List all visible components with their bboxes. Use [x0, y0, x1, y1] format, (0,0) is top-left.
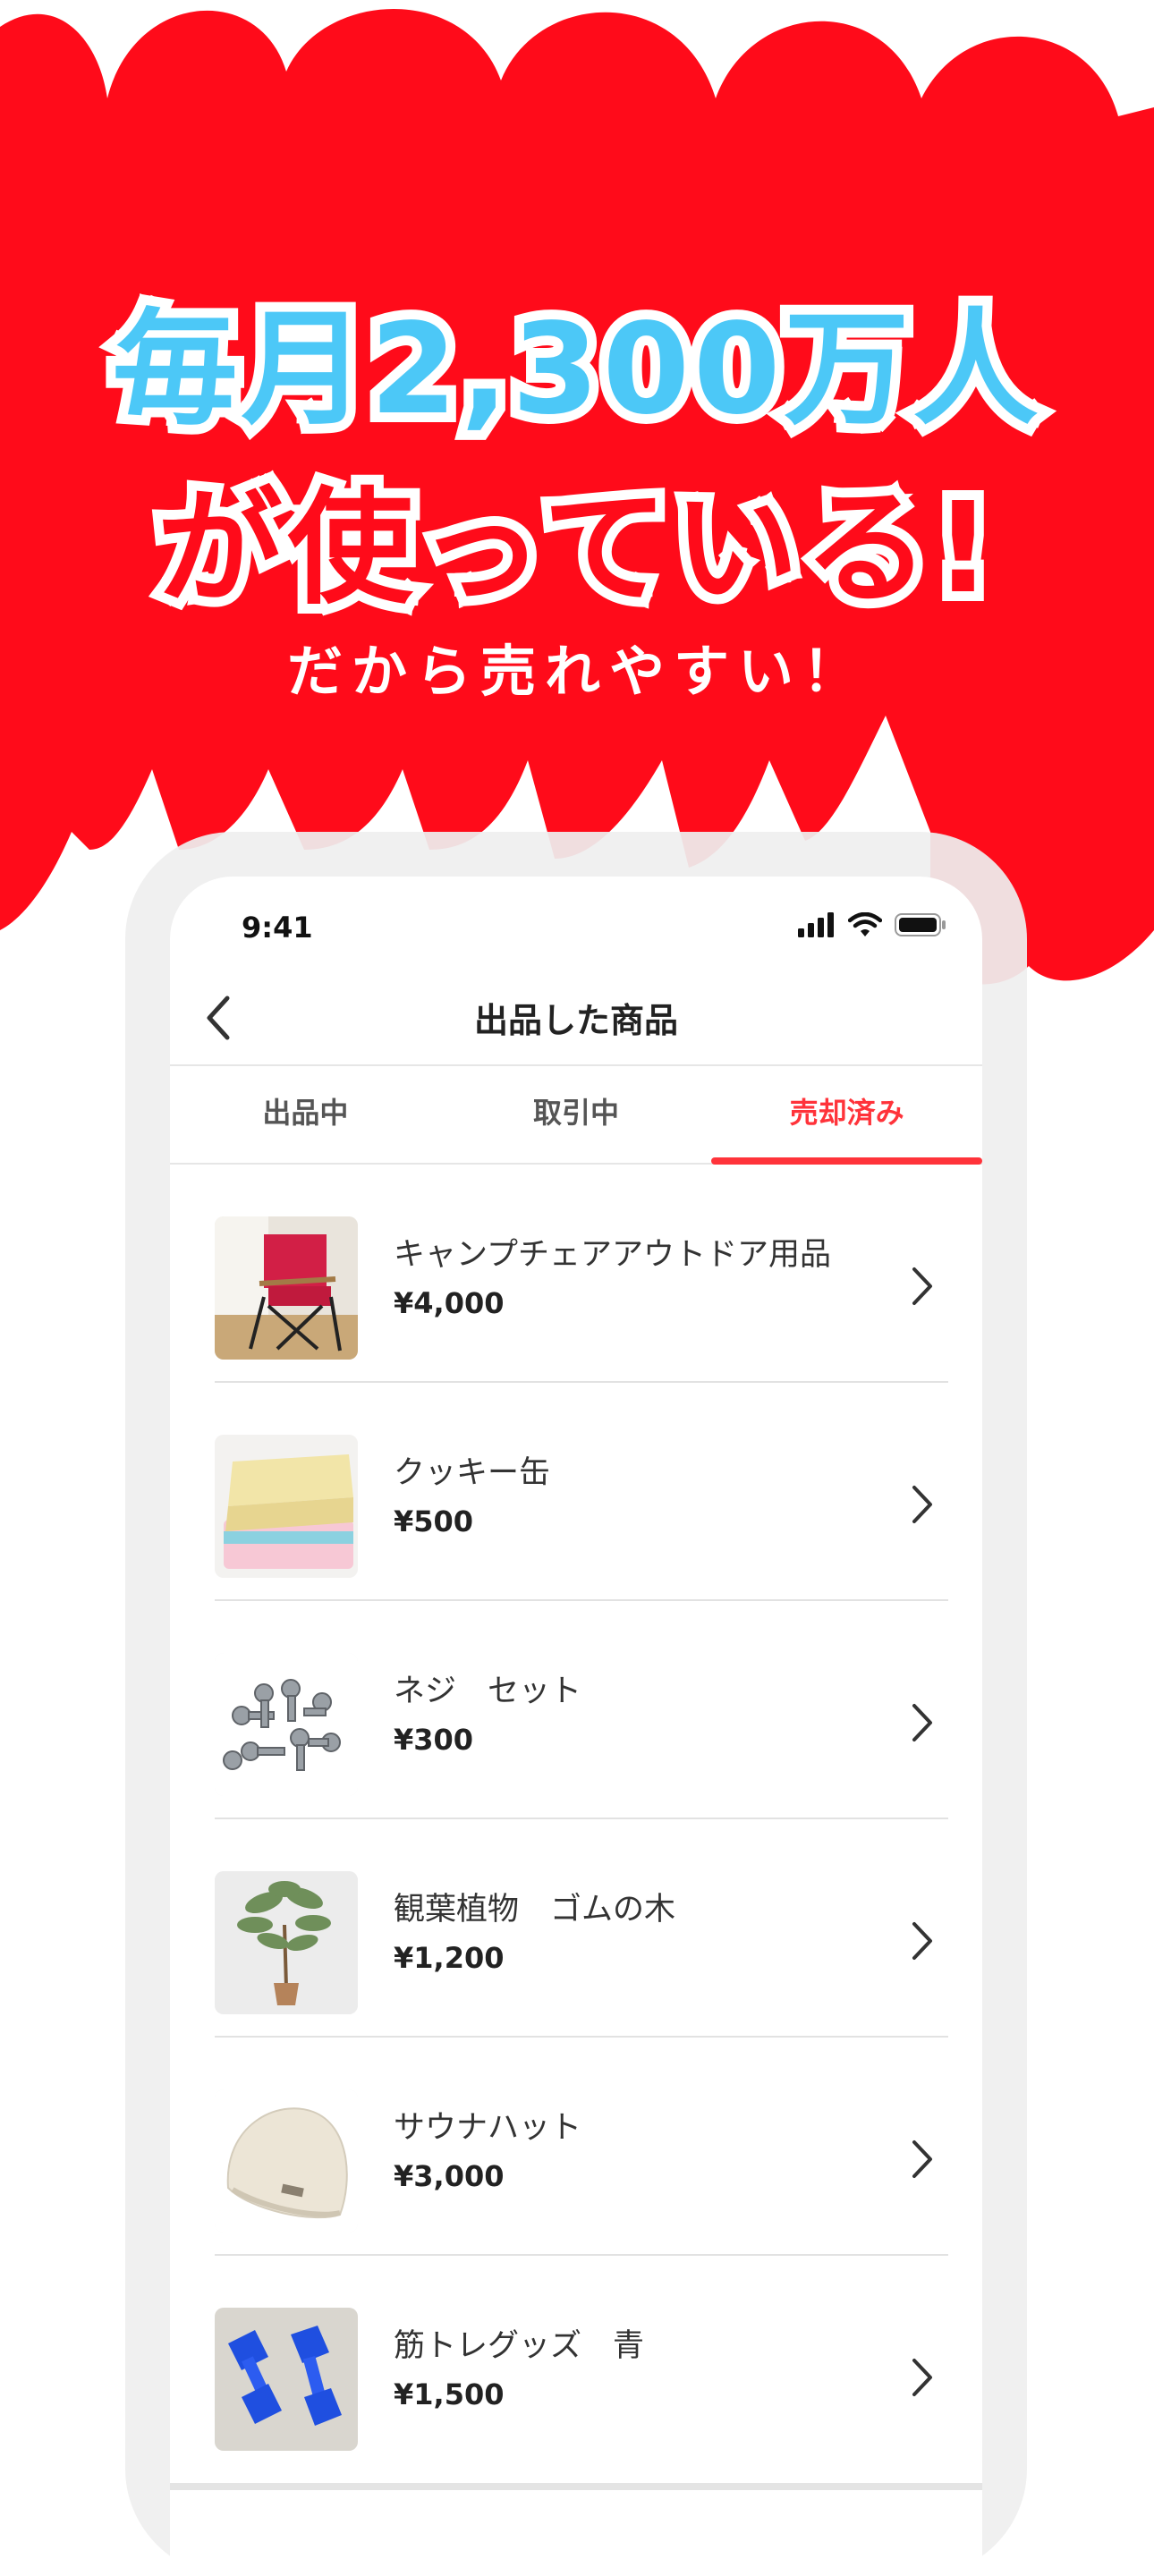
item-title: 観葉植物 ゴムの木	[394, 1892, 676, 1928]
rubber-plant-photo	[215, 1871, 358, 2014]
nav-bar: 出品した商品	[170, 966, 982, 1066]
item-title: サウナハット	[394, 2110, 582, 2146]
screws-photo	[215, 1653, 358, 1796]
tab-trading[interactable]: 取引中	[441, 1066, 712, 1163]
list-item[interactable]: 観葉植物 ゴムの木 ¥1,200	[215, 1819, 948, 2038]
list-item[interactable]: クッキー缶 ¥500	[215, 1383, 948, 1601]
tab-listing[interactable]: 出品中	[170, 1066, 441, 1163]
camp-chair-photo	[215, 1216, 358, 1360]
chevron-right-icon	[912, 1486, 932, 1523]
item-price: ¥3,000	[394, 2159, 505, 2193]
tab-sold[interactable]: 売却済み	[711, 1066, 982, 1165]
status-time: 9:41	[242, 911, 313, 945]
chevron-right-icon	[912, 2359, 932, 2396]
sauna-hat-photo	[215, 2089, 358, 2233]
item-title: 筋トレグッズ 青	[394, 2328, 645, 2364]
status-bar: 9:41	[170, 877, 982, 966]
list-item[interactable]: ネジ セット ¥300	[215, 1601, 948, 1819]
item-price: ¥500	[394, 1504, 474, 1538]
phone-screen: 9:41 出品した商品 出品中 取引中 売却済み キャンプチェアアウトドア用品 …	[170, 877, 982, 2576]
battery-icon	[895, 913, 946, 936]
item-title: クッキー缶	[394, 1455, 551, 1491]
list-bottom-divider	[170, 2483, 982, 2490]
tab-bar: 出品中 取引中 売却済み	[170, 1066, 982, 1165]
sold-item-list: キャンプチェアアウトドア用品 ¥4,000 クッキー缶 ¥500 ネジ セット …	[215, 1165, 948, 2472]
item-price: ¥300	[394, 1723, 474, 1757]
list-item[interactable]: 筋トレグッズ 青 ¥1,500	[215, 2256, 948, 2472]
item-title: キャンプチェアアウトドア用品	[394, 1237, 831, 1273]
chevron-right-icon	[912, 1922, 932, 1960]
status-icons	[798, 912, 946, 937]
chevron-right-icon	[912, 2140, 932, 2178]
chevron-right-icon	[912, 1267, 932, 1305]
list-item[interactable]: サウナハット ¥3,000	[215, 2038, 948, 2256]
list-item[interactable]: キャンプチェアアウトドア用品 ¥4,000	[215, 1165, 948, 1383]
item-price: ¥1,200	[394, 1941, 505, 1975]
chevron-right-icon	[912, 1704, 932, 1741]
page-title: 出品した商品	[473, 1001, 678, 1040]
item-price: ¥1,500	[394, 2377, 505, 2411]
item-price: ¥4,000	[394, 1286, 505, 1320]
item-title: ネジ セット	[394, 1674, 582, 1709]
signal-icon	[798, 912, 834, 937]
cookie-tin-photo	[215, 1435, 358, 1578]
blue-dumbbells-photo	[215, 2308, 358, 2451]
headline-users: 毎月2,300万人	[103, 287, 1048, 453]
wifi-icon	[848, 912, 882, 936]
headline-used: が使っている!	[148, 466, 1002, 631]
headline-subtitle: だから売れやすい！	[286, 639, 867, 704]
